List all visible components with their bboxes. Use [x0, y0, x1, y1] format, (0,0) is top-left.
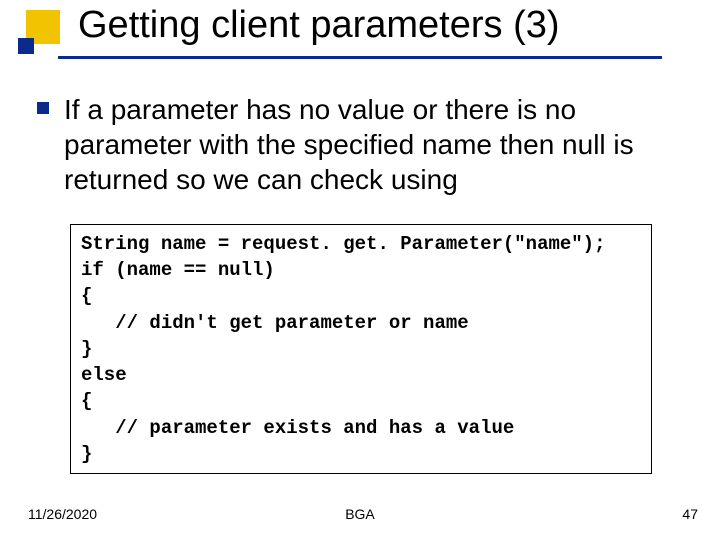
code-snippet: String name = request. get. Parameter("n… [81, 231, 641, 467]
footer-center: BGA [0, 506, 720, 522]
blue-square-icon [18, 38, 34, 54]
slide-title: Getting client parameters (3) [78, 4, 560, 47]
footer-page-number: 47 [682, 506, 698, 522]
body: If a parameter has no value or there is … [30, 92, 690, 197]
bullet-icon [37, 102, 49, 114]
slide: Getting client parameters (3) If a param… [0, 0, 720, 540]
code-box: String name = request. get. Parameter("n… [70, 224, 652, 474]
body-text: If a parameter has no value or there is … [64, 92, 690, 197]
title-underline [58, 56, 662, 59]
